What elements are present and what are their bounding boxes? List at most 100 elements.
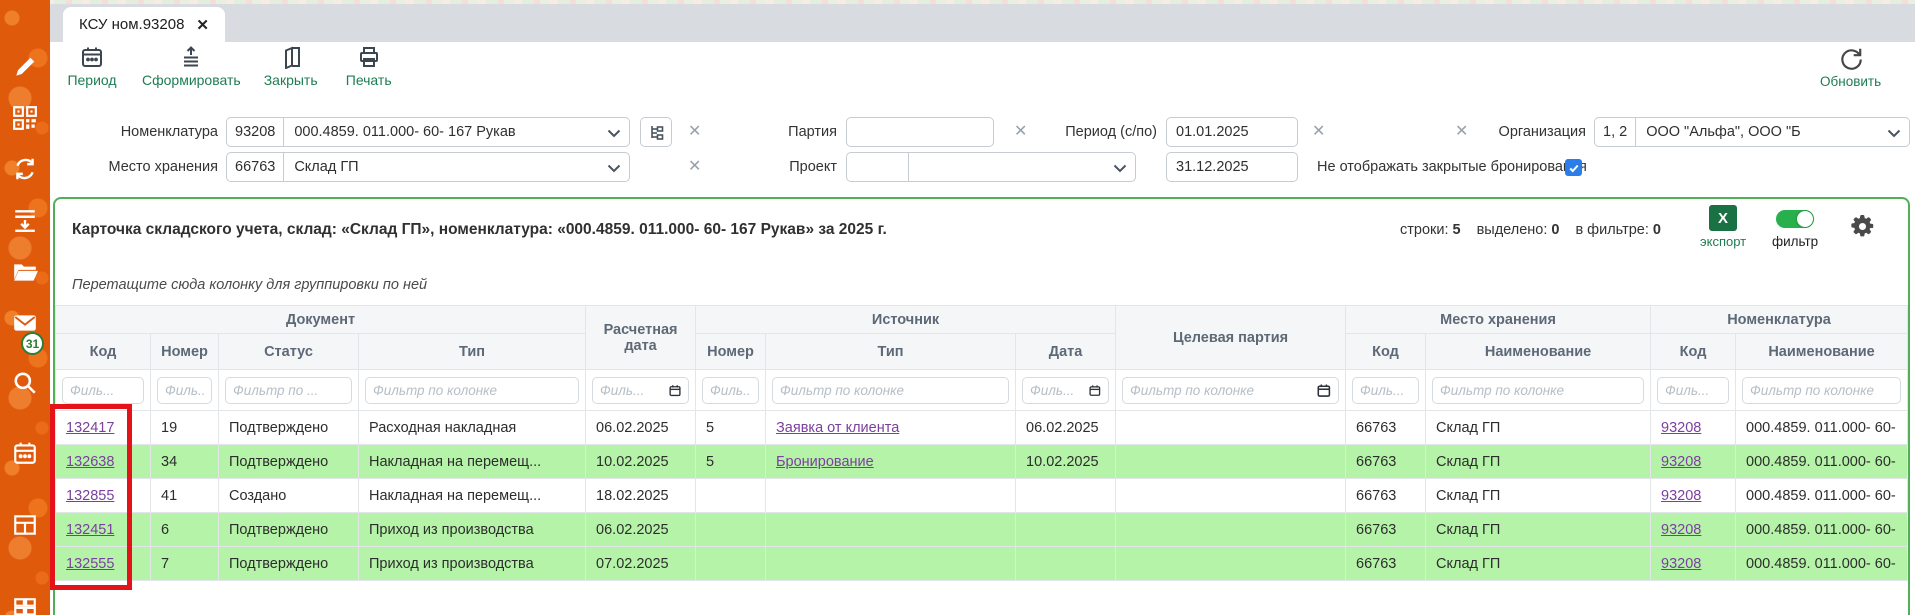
group-source[interactable]: Источник xyxy=(696,306,1116,334)
code-link[interactable]: 132451 xyxy=(66,522,114,538)
column-nom-name[interactable]: Наименование xyxy=(1736,334,1908,370)
folder-icon[interactable] xyxy=(12,259,38,285)
group-document[interactable]: Документ xyxy=(56,306,586,334)
column-type[interactable]: Тип xyxy=(359,334,586,370)
grid-stats: строки:5 выделено:0 в фильтре:0 xyxy=(1400,222,1661,238)
nomenclature-clear-icon[interactable]: ✕ xyxy=(688,117,701,147)
print-button[interactable]: Печать xyxy=(341,45,397,88)
filter-input-store-code[interactable] xyxy=(1360,383,1411,398)
table-row[interactable]: 13263834ПодтвержденоНакладная на перемещ… xyxy=(56,445,1908,479)
nomenclature-combo[interactable]: 93208 000.4859. 011.000- 60- 167 Рукав xyxy=(226,117,630,147)
filter-input-calc-date[interactable] xyxy=(600,383,665,398)
code-link[interactable]: 132555 xyxy=(66,556,114,572)
period-from-input[interactable] xyxy=(1166,117,1298,147)
close-button[interactable]: Закрыть xyxy=(263,45,319,88)
qr-code-icon[interactable] xyxy=(12,105,38,131)
tab-ksu[interactable]: КСУ ном.93208 ✕ xyxy=(63,7,225,42)
storage-combo[interactable]: 66763 Склад ГП xyxy=(226,152,630,182)
nom-code-link[interactable]: 93208 xyxy=(1661,488,1701,504)
column-code[interactable]: Код xyxy=(56,334,151,370)
project-code[interactable] xyxy=(847,153,909,181)
filter-input-code[interactable] xyxy=(70,383,136,398)
storage-code[interactable]: 66763 xyxy=(227,153,284,181)
filter-toggle[interactable] xyxy=(1776,210,1814,228)
filter-input-nom-name[interactable] xyxy=(1750,383,1893,398)
cell-store-code: 66763 xyxy=(1346,445,1426,479)
column-src-date[interactable]: Дата xyxy=(1016,334,1116,370)
table-row[interactable]: 13241719ПодтвержденоРасходная накладная0… xyxy=(56,411,1908,445)
calendar-icon[interactable] xyxy=(669,383,681,398)
nom-code-link[interactable]: 93208 xyxy=(1661,522,1701,538)
code-link[interactable]: 132855 xyxy=(66,488,114,504)
period-button[interactable]: Период xyxy=(64,45,120,88)
apps-icon[interactable] xyxy=(12,596,38,615)
cell-type: Приход из производства xyxy=(359,547,586,581)
sync-icon[interactable] xyxy=(12,156,38,182)
calendar-icon[interactable] xyxy=(12,440,38,466)
export-button[interactable]: X экспорт xyxy=(1700,205,1746,249)
calendar-icon[interactable] xyxy=(1089,383,1101,398)
search-icon[interactable] xyxy=(12,370,38,396)
nomenclature-name[interactable]: 000.4859. 011.000- 60- 167 Рукав xyxy=(284,118,629,146)
project-combo[interactable] xyxy=(846,152,1136,182)
feed-icon[interactable] xyxy=(12,207,38,233)
tab-close-icon[interactable]: ✕ xyxy=(196,16,209,34)
filter-input-type[interactable] xyxy=(373,383,571,398)
nom-code-link[interactable]: 93208 xyxy=(1661,454,1701,470)
table-row[interactable]: 13285541СозданоНакладная на перемещ...18… xyxy=(56,479,1908,513)
storage-name[interactable]: Склад ГП xyxy=(284,153,629,181)
column-target-party[interactable]: Целевая партия xyxy=(1116,306,1346,370)
column-store-name[interactable]: Наименование xyxy=(1426,334,1651,370)
column-store-code[interactable]: Код xyxy=(1346,334,1426,370)
project-name[interactable] xyxy=(909,153,1135,181)
cell-status: Создано xyxy=(219,479,359,513)
calendar-icon[interactable] xyxy=(1317,383,1331,398)
cell-type: Накладная на перемещ... xyxy=(359,445,586,479)
group-drop-hint: Перетащите сюда колонку для группировки … xyxy=(72,277,427,293)
code-link[interactable]: 132638 xyxy=(66,454,114,470)
column-src-type[interactable]: Тип xyxy=(766,334,1016,370)
filter-input-store-name[interactable] xyxy=(1440,383,1636,398)
pencil-icon[interactable] xyxy=(12,54,38,80)
organization-code[interactable]: 1, 2 xyxy=(1595,118,1636,146)
column-nom-code[interactable]: Код xyxy=(1651,334,1736,370)
grid-icon[interactable] xyxy=(12,512,38,538)
filter-input-target-party[interactable] xyxy=(1130,383,1313,398)
group-storage[interactable]: Место хранения xyxy=(1346,306,1651,334)
organization-name[interactable]: ООО "Альфа", ООО "Б xyxy=(1636,118,1909,146)
organization-combo[interactable]: 1, 2 ООО "Альфа", ООО "Б xyxy=(1594,117,1910,147)
storage-clear-icon[interactable]: ✕ xyxy=(688,152,701,182)
nom-code-link[interactable]: 93208 xyxy=(1661,556,1701,572)
nom-code-link[interactable]: 93208 xyxy=(1661,420,1701,436)
filter-input-src-date[interactable] xyxy=(1030,383,1085,398)
column-number[interactable]: Номер xyxy=(151,334,219,370)
column-src-number[interactable]: Номер xyxy=(696,334,766,370)
refresh-button[interactable]: Обновить xyxy=(1820,46,1881,89)
filter-input-nom-code[interactable] xyxy=(1665,383,1721,398)
column-calc-date[interactable]: Расчетная дата xyxy=(586,306,696,370)
filter-input-number[interactable] xyxy=(165,383,204,398)
filter-input-src-number[interactable] xyxy=(710,383,751,398)
party-clear-icon[interactable]: ✕ xyxy=(1014,117,1027,147)
table-row[interactable]: 1324516ПодтвержденоПриход из производств… xyxy=(56,513,1908,547)
cell-nom-name: 000.4859. 011.000- 60- xyxy=(1736,547,1908,581)
organization-clear-icon[interactable]: ✕ xyxy=(1455,117,1468,147)
filter-input-status[interactable] xyxy=(233,383,344,398)
generate-button[interactable]: Сформировать xyxy=(142,45,241,88)
cell-store-code: 66763 xyxy=(1346,513,1426,547)
code-link[interactable]: 132417 xyxy=(66,420,114,436)
nomenclature-tree-button[interactable] xyxy=(640,117,672,147)
period-to-input[interactable] xyxy=(1166,152,1298,182)
hide-closed-checkbox[interactable] xyxy=(1565,159,1582,176)
src-type-link[interactable]: Бронирование xyxy=(776,454,874,470)
table-row[interactable]: 1325557ПодтвержденоПриход из производств… xyxy=(56,547,1908,581)
settings-button[interactable] xyxy=(1850,214,1875,244)
nomenclature-code[interactable]: 93208 xyxy=(227,118,284,146)
filter-input-src-type[interactable] xyxy=(780,383,1001,398)
group-nomenclature[interactable]: Номенклатура xyxy=(1651,306,1908,334)
column-filter-row xyxy=(56,370,1908,411)
src-type-link[interactable]: Заявка от клиента xyxy=(776,420,899,436)
column-status[interactable]: Статус xyxy=(219,334,359,370)
party-input[interactable] xyxy=(846,117,994,147)
period-clear-icon[interactable]: ✕ xyxy=(1312,117,1325,147)
